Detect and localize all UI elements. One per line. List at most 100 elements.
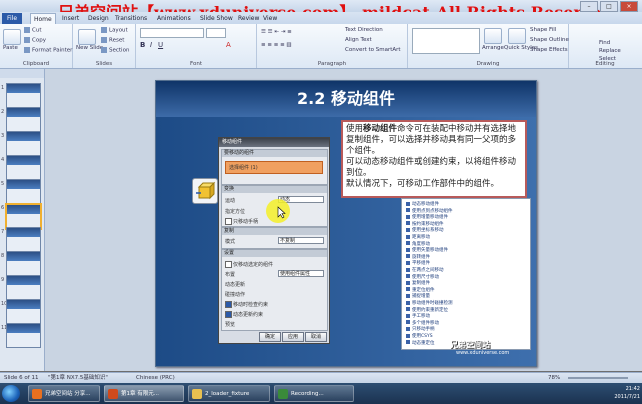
- help-topic-item[interactable]: 手工移动: [406, 313, 430, 319]
- font-color-button[interactable]: A: [226, 41, 231, 49]
- help-topic-item[interactable]: 使用坐标系移动: [406, 227, 444, 233]
- new-slide-icon[interactable]: [78, 29, 96, 45]
- help-topic-item[interactable]: 角度移动: [406, 241, 430, 247]
- font-size-field[interactable]: [206, 28, 226, 38]
- help-topic-item[interactable]: 动态移动组件: [406, 201, 439, 207]
- minimize-button[interactable]: –: [580, 1, 598, 12]
- tab-view[interactable]: View: [263, 13, 277, 24]
- copy-header[interactable]: 复制: [222, 228, 327, 235]
- italic-button[interactable]: I: [150, 41, 152, 49]
- format-painter-button[interactable]: Format Painter: [24, 47, 72, 54]
- tab-file[interactable]: File: [2, 13, 22, 24]
- language-indicator[interactable]: Chinese (PRC): [136, 373, 175, 383]
- zoom-slider[interactable]: [568, 377, 628, 379]
- slide-thumbnail[interactable]: [6, 155, 41, 180]
- tab-design[interactable]: Design: [88, 13, 109, 24]
- section-button[interactable]: Section: [101, 47, 129, 54]
- help-topic-item[interactable]: 按约束移动组件: [406, 221, 444, 227]
- shape-effects-button[interactable]: Shape Effects: [530, 47, 568, 53]
- align-text-button[interactable]: Align Text: [345, 37, 372, 43]
- find-button[interactable]: Find: [599, 40, 610, 46]
- taskbar-item-folder[interactable]: 2_loader_fixture: [188, 385, 270, 402]
- underline-button[interactable]: U: [158, 41, 163, 49]
- mode-select[interactable]: 不复制: [278, 237, 324, 244]
- selected-component-field[interactable]: 选择组件 (1): [225, 161, 323, 174]
- help-topic-item[interactable]: 在两点之间移动: [406, 267, 444, 273]
- check-collision-checkbox[interactable]: [225, 301, 232, 308]
- paste-button[interactable]: Paste: [3, 45, 18, 51]
- dynamic-constraint-checkbox[interactable]: [225, 311, 232, 318]
- help-topic-item[interactable]: 复制组件: [406, 280, 430, 286]
- layout-select[interactable]: 使用组件属性: [278, 270, 324, 277]
- description-textbox[interactable]: 使用移动组件命令可在装配中移动并有选择地复制组件，可以选择并移动具有同一父项的多…: [341, 120, 527, 198]
- help-topic-item[interactable]: 移动组件时碰撞检测: [406, 300, 453, 306]
- transform-header[interactable]: 变换: [222, 186, 327, 193]
- help-topic-item[interactable]: 平移组件: [406, 260, 430, 266]
- cut-button[interactable]: Cut: [24, 27, 41, 34]
- slide-thumbnail[interactable]: [6, 251, 41, 276]
- settings-header[interactable]: 设置: [222, 250, 327, 257]
- paste-icon[interactable]: [3, 29, 21, 45]
- help-topic-item[interactable]: 使用点到点移动组件: [406, 208, 453, 214]
- move-selected-checkbox[interactable]: [225, 261, 232, 268]
- help-topic-item[interactable]: 只移动手柄: [406, 326, 435, 332]
- tab-slide-show[interactable]: Slide Show: [200, 13, 233, 24]
- slide-thumbnail[interactable]: [6, 299, 41, 324]
- taskbar-item-recording[interactable]: Recording...: [274, 385, 354, 402]
- tab-animations[interactable]: Animations: [157, 13, 191, 24]
- reset-button[interactable]: Reset: [101, 37, 124, 44]
- shape-fill-button[interactable]: Shape Fill: [530, 27, 556, 33]
- help-topic-item[interactable]: 使用矢量移动组件: [406, 247, 448, 253]
- taskbar-item-browser[interactable]: 兄弟空间站 分享...: [28, 385, 100, 402]
- layout-button[interactable]: Layout: [101, 27, 128, 34]
- align-buttons[interactable]: ≡ ≡ ≡ ≡ ▥: [261, 42, 292, 48]
- help-topic-item[interactable]: 捕捉增量: [406, 293, 430, 299]
- help-topic-item[interactable]: 使用尺寸移动: [406, 274, 439, 280]
- components-header[interactable]: 要移动的组件: [222, 150, 327, 157]
- shape-outline-button[interactable]: Shape Outline: [530, 37, 569, 43]
- bullets-button[interactable]: ☰ ☰ ⇤ ⇥ ≡: [261, 29, 292, 35]
- copy-button[interactable]: Copy: [24, 37, 46, 44]
- arrange-icon[interactable]: [484, 28, 502, 44]
- help-topic-item[interactable]: 使用CSYS: [406, 333, 433, 339]
- help-topic-item[interactable]: 动态重定位: [406, 340, 435, 346]
- help-topic-item[interactable]: 重定位组件: [406, 287, 435, 293]
- cancel-button[interactable]: 取消: [305, 332, 327, 342]
- slide-thumbnail[interactable]: [6, 131, 41, 156]
- tab-review[interactable]: Review: [238, 13, 259, 24]
- help-topic-item[interactable]: 旋转组件: [406, 254, 430, 260]
- slide-thumbnail[interactable]: [6, 227, 41, 252]
- replace-button[interactable]: Replace: [599, 48, 621, 54]
- slide-thumbnail[interactable]: [6, 323, 41, 348]
- specify-orient-label[interactable]: 指定方位: [225, 208, 245, 215]
- font-name-field[interactable]: [140, 28, 204, 38]
- quick-styles-icon[interactable]: [508, 28, 526, 44]
- slide-title[interactable]: 2.2 移动组件: [156, 81, 536, 117]
- tab-transitions[interactable]: Transitions: [115, 13, 147, 24]
- arrange-button[interactable]: Arrange: [482, 45, 504, 51]
- help-topic-item[interactable]: 距离移动: [406, 234, 430, 240]
- slide-thumbnail[interactable]: [6, 107, 41, 132]
- start-button[interactable]: [2, 385, 20, 402]
- slide-thumbnail[interactable]: [5, 203, 42, 230]
- panel-tabs[interactable]: [0, 69, 44, 78]
- apply-button[interactable]: 应用: [282, 332, 304, 342]
- taskbar-item-powerpoint[interactable]: 第1章 有限元...: [104, 385, 184, 402]
- slide-thumbnail[interactable]: [6, 275, 41, 300]
- slide-thumbnail[interactable]: [6, 83, 41, 108]
- help-topic-item[interactable]: 使用增量移动组件: [406, 214, 448, 220]
- system-tray[interactable]: 21:42 2011/7/21: [614, 385, 640, 402]
- new-slide-button[interactable]: New Slide: [76, 45, 103, 51]
- close-button[interactable]: ×: [620, 1, 638, 12]
- maximize-button[interactable]: □: [600, 1, 618, 12]
- zoom-level[interactable]: 78%: [548, 373, 560, 383]
- help-topic-item[interactable]: 使用约束重新定位: [406, 307, 448, 313]
- bold-button[interactable]: B: [140, 41, 145, 49]
- preview-label[interactable]: 预览: [225, 321, 235, 328]
- slide-thumbnail[interactable]: [6, 179, 41, 204]
- shapes-gallery[interactable]: [412, 28, 480, 54]
- ok-button[interactable]: 确定: [259, 332, 281, 342]
- snap-checkbox[interactable]: [225, 218, 232, 225]
- help-topic-item[interactable]: 多个组件移动: [406, 320, 439, 326]
- smartart-button[interactable]: Convert to SmartArt: [345, 47, 401, 53]
